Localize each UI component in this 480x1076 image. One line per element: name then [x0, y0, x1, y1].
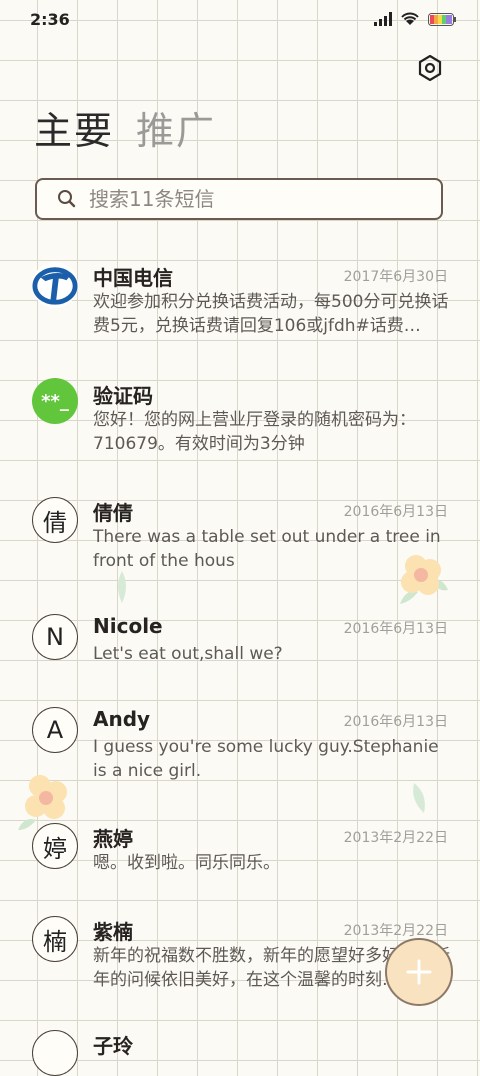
avatar: 楠 [32, 916, 78, 962]
avatar [32, 1030, 78, 1076]
china-telecom-logo-icon [32, 267, 78, 305]
conversation-name: 紫楠 [93, 920, 133, 944]
leaf-decoration-icon [118, 571, 126, 603]
conversation-preview: Let's eat out,shall we? [93, 644, 283, 664]
conversation-preview: 欢迎参加积分兑换话费活动，每500分可兑换话费5元，兑换话费请回复106或jfd… [93, 292, 449, 336]
avatar: **_ [32, 378, 78, 424]
wifi-icon [401, 12, 419, 25]
conversation-preview: 您好！您的网上营业厅登录的随机密码为：710679。有效时间为3分钟 [93, 410, 416, 454]
status-time: 2:36 [30, 10, 70, 29]
flower-decoration-icon [18, 775, 67, 830]
search-icon [57, 188, 79, 210]
tab-main[interactable]: 主要 [34, 108, 114, 154]
status-bar: 2:36 [0, 0, 480, 40]
avatar: A [32, 707, 78, 753]
gear-icon [418, 55, 442, 81]
search-bar[interactable] [35, 178, 443, 220]
signal-icon [374, 12, 392, 26]
conversation-preview: I guess you're some lucky guy.Stephanie … [93, 737, 439, 781]
conversation-name: 中国电信 [93, 266, 173, 290]
conversation-date: 2016年6月13日 [343, 714, 448, 730]
flower-decoration-icon [400, 555, 448, 604]
china-telecom-logo-avatar [32, 262, 78, 308]
avatar: N [32, 614, 78, 660]
plus-icon [406, 959, 432, 985]
settings-button[interactable] [414, 52, 446, 84]
conversation-name: 燕婷 [93, 827, 133, 851]
conversation-name: 子玲 [93, 1034, 133, 1058]
search-input[interactable] [87, 186, 411, 212]
conversation-date: 2016年6月13日 [343, 621, 448, 637]
conversation-name: Nicole [93, 614, 163, 638]
conversation-date: 2016年6月13日 [343, 504, 448, 520]
conversation-preview: 嗯。收到啦。同乐同乐。 [93, 853, 280, 873]
leaf-decoration-icon [413, 783, 425, 813]
conversation-date: 2013年2月22日 [343, 830, 448, 846]
status-icons [374, 12, 456, 26]
conversation-name: Andy [93, 707, 151, 731]
conversation-name: 倩倩 [93, 501, 133, 525]
conversation-date: 2013年2月22日 [343, 923, 448, 939]
avatar: 倩 [32, 497, 78, 543]
tab-promotions[interactable]: 推广 [136, 108, 216, 154]
conversation-name: 验证码 [93, 384, 153, 408]
tab-bar: 主要 推广 [34, 108, 216, 154]
battery-icon [428, 12, 456, 26]
conversation-date: 2017年6月30日 [343, 269, 448, 285]
new-message-button[interactable] [385, 938, 453, 1006]
